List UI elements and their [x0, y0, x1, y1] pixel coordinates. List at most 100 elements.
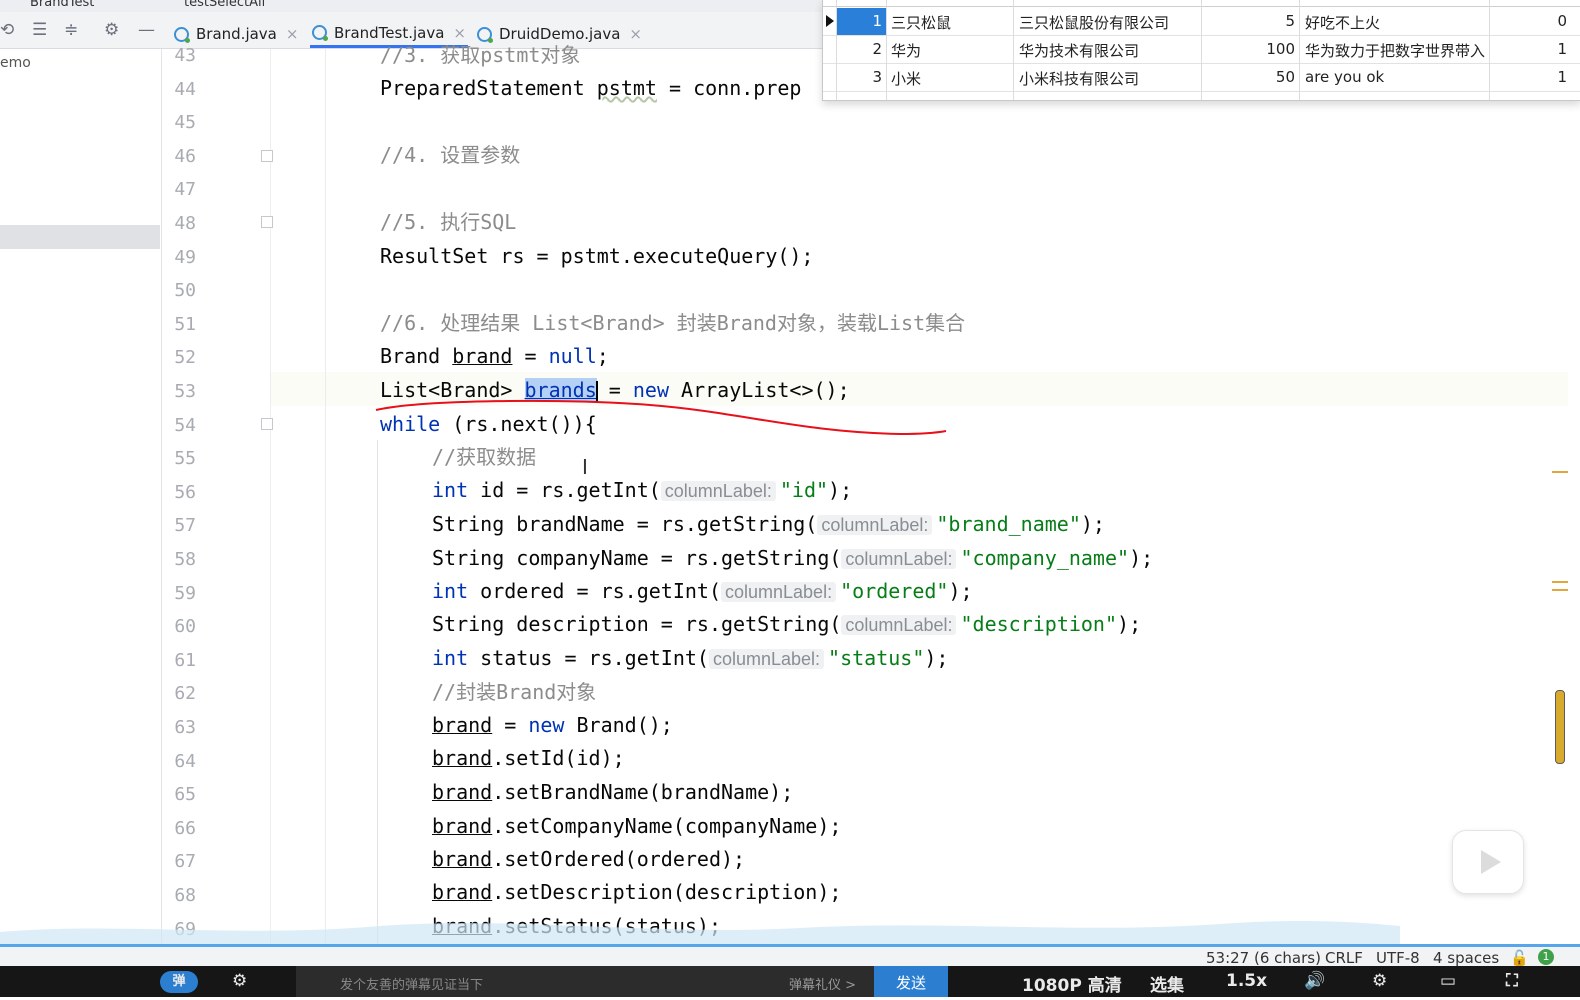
result-cell-description: are you ok: [1305, 68, 1385, 86]
scroll-marker: [1552, 581, 1568, 583]
danmu-placeholder: 发个友善的弹幕见证当下: [340, 978, 484, 993]
send-button[interactable]: 发送: [874, 966, 948, 997]
line-number: 51: [174, 313, 196, 335]
result-cell-ordered: 5: [1285, 12, 1295, 30]
tree-item-label[interactable]: emo: [0, 55, 31, 71]
close-icon[interactable]: ×: [629, 25, 642, 43]
code-line-58: String companyName = rs.getString(column…: [432, 546, 1154, 570]
indent-guide: [325, 49, 326, 944]
quality-selector[interactable]: 1080P 高清: [1022, 971, 1122, 996]
code-line-53: List<Brand> brands = new ArrayList<>();: [380, 378, 850, 403]
line-separator[interactable]: CRLF: [1325, 949, 1363, 967]
param-hint: columnLabel:: [841, 615, 957, 635]
play-icon: [1481, 850, 1501, 874]
settings-icon[interactable]: ⚙: [1372, 971, 1387, 991]
caret-position[interactable]: 53:27 (6 chars): [1206, 949, 1321, 967]
line-number: 49: [174, 246, 196, 268]
fullscreen-icon[interactable]: ⛶: [1506, 971, 1518, 991]
result-column-header[interactable]: status: [1495, 0, 1535, 1]
collapse-all-icon[interactable]: ≑: [64, 20, 78, 40]
code-line-60: String description = rs.getString(column…: [432, 612, 1142, 636]
line-number: 53: [174, 381, 196, 402]
play-button[interactable]: [1452, 830, 1524, 894]
line-number: 54: [174, 414, 196, 436]
result-cell-company-name: 华为技术有限公司: [1019, 42, 1140, 60]
notification-icon[interactable]: 1: [1538, 949, 1554, 965]
indent-guide: [377, 440, 378, 944]
grid-line: [886, 0, 887, 100]
result-column-header[interactable]: ordered: [1207, 0, 1258, 1]
expand-all-icon[interactable]: ☰: [32, 20, 47, 40]
code-line-65: brand.setBrandName(brandName);: [432, 780, 794, 804]
line-number: 62: [174, 683, 196, 705]
current-line-highlight: [162, 372, 1568, 406]
result-cell-description: 华为致力于把数字世界带入: [1305, 42, 1486, 60]
result-cell-id: 1: [872, 12, 882, 30]
scroll-marker: [1552, 589, 1568, 591]
result-column-header[interactable]: description: [1305, 0, 1377, 1]
code-line-67: brand.setOrdered(ordered);: [432, 847, 746, 871]
breadcrumb-method[interactable]: testSelectAll: [184, 0, 265, 10]
result-column-header[interactable]: id: [839, 0, 851, 1]
query-result-window: id brand_name company_name ordered descripti…: [822, 0, 1580, 101]
line-number: 47: [174, 179, 196, 201]
code-line-66: brand.setCompanyName(companyName);: [432, 814, 842, 838]
sync-icon[interactable]: ⟲: [0, 20, 14, 40]
grid-line: [1489, 0, 1490, 100]
file-encoding[interactable]: UTF-8: [1376, 949, 1420, 967]
line-number: 64: [174, 750, 196, 772]
code-line-49: ResultSet rs = pstmt.executeQuery();: [380, 244, 814, 268]
fold-icon[interactable]: [261, 418, 273, 430]
line-number: 48: [174, 213, 196, 234]
result-cell-brand-name: 三只松鼠: [891, 14, 952, 32]
volume-icon[interactable]: 🔊: [1304, 971, 1325, 991]
danmu-input[interactable]: 发个友善的弹幕见证当下 弹幕礼仪 >: [296, 966, 874, 997]
code-line-52: Brand brand = null;: [380, 344, 609, 368]
fold-icon[interactable]: [261, 216, 273, 228]
result-cell-id: 2: [872, 40, 882, 58]
code-line-68: brand.setDescription(description);: [432, 880, 842, 904]
pip-icon[interactable]: ▭: [1440, 971, 1456, 991]
result-cell-status: 0: [1557, 12, 1567, 30]
danmu-settings-icon[interactable]: ⚙: [232, 971, 247, 991]
grid-line: [1299, 0, 1300, 100]
hide-icon[interactable]: —: [138, 20, 155, 40]
grid-line: [1013, 0, 1014, 100]
breadcrumb-class[interactable]: BrandTest: [30, 0, 94, 10]
code-line-43: //3. 获取pstmt对象: [380, 43, 581, 67]
speed-selector[interactable]: 1.5x: [1226, 971, 1267, 991]
param-hint: columnLabel:: [817, 515, 933, 535]
danmu-toggle-icon[interactable]: 弹: [160, 971, 198, 993]
result-column-header[interactable]: company_name: [1019, 0, 1122, 1]
line-number: 55: [174, 448, 196, 470]
fold-icon[interactable]: [261, 150, 273, 162]
close-icon[interactable]: ×: [453, 24, 466, 42]
result-cell-status: 1: [1557, 68, 1567, 86]
result-cell-ordered: 50: [1275, 68, 1295, 86]
grid-line: [1201, 0, 1202, 100]
line-number: 56: [174, 481, 196, 503]
indent-setting[interactable]: 4 spaces: [1433, 949, 1499, 967]
line-number-gutter: 43 44 45 46 47 48 49 50 51 52 53 54 55 56 57 58 59 60 61 62…: [162, 45, 273, 944]
line-number: 65: [174, 784, 196, 806]
line-number: 45: [174, 112, 196, 134]
line-number: 50: [174, 280, 196, 302]
lock-icon[interactable]: 🔓: [1510, 949, 1529, 967]
result-column-header[interactable]: brand_name: [891, 0, 972, 1]
close-icon[interactable]: ×: [286, 25, 299, 43]
code-line-54: while (rs.next()){: [380, 412, 597, 436]
gear-icon[interactable]: ⚙: [104, 20, 119, 40]
result-cell-id: 3: [872, 68, 882, 86]
tab-brand-java[interactable]: Brand.java ×: [174, 20, 298, 48]
episodes-button[interactable]: 选集: [1150, 971, 1184, 996]
current-row-marker-icon: [826, 15, 834, 27]
line-number: 44: [174, 78, 196, 100]
line-number: 60: [174, 616, 196, 638]
code-line-61: int status = rs.getInt(columnLabel: "stat…: [432, 646, 949, 670]
tab-label: BrandTest.java: [334, 23, 445, 42]
code-line-46: //4. 设置参数: [380, 143, 521, 167]
danmu-etiquette-link[interactable]: 弹幕礼仪 >: [789, 974, 856, 993]
editor-scrollbar[interactable]: [1555, 690, 1565, 764]
java-class-icon: [312, 25, 328, 41]
tree-selected-row[interactable]: [0, 225, 160, 249]
